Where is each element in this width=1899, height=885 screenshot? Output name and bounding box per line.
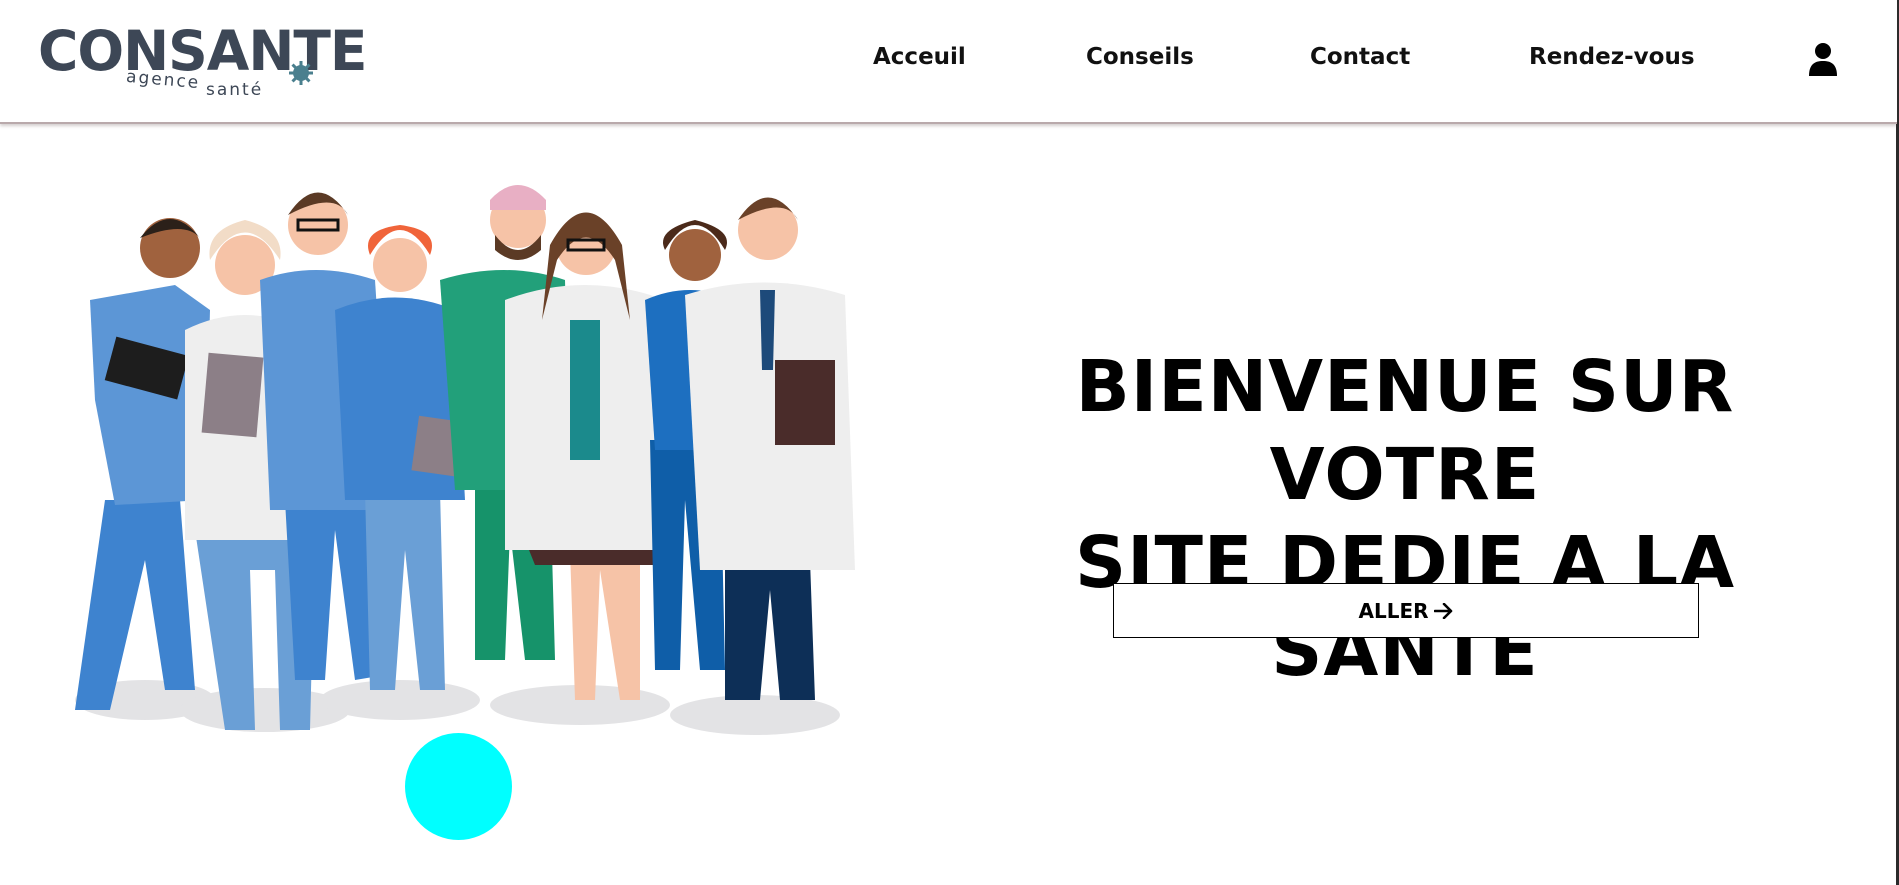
logo-tagline-sante: santé bbox=[206, 80, 264, 100]
cyan-dot bbox=[405, 733, 512, 840]
logo-wordmark: CONSANTE bbox=[38, 19, 367, 83]
aller-button[interactable]: ALLER bbox=[1113, 583, 1699, 638]
site-logo[interactable]: CONSANTE agence santé bbox=[38, 20, 368, 105]
user-icon[interactable] bbox=[1808, 42, 1838, 76]
arrow-right-icon bbox=[1433, 602, 1452, 619]
nav-link-conseils[interactable]: Conseils bbox=[1086, 44, 1194, 70]
site-header: CONSANTE agence santé Acceuil Conseils C… bbox=[0, 0, 1897, 124]
medical-team-illustration bbox=[75, 185, 855, 735]
aller-button-label: ALLER bbox=[1358, 598, 1429, 623]
nav-link-acceuil[interactable]: Acceuil bbox=[873, 44, 966, 70]
hero-title: BIENVENUE SUR VOTRE SITE DEDIE A LA SANT… bbox=[935, 343, 1875, 695]
nav-link-contact[interactable]: Contact bbox=[1310, 44, 1410, 70]
hero-title-line-1: BIENVENUE SUR VOTRE bbox=[1075, 344, 1735, 516]
gear-icon bbox=[289, 61, 313, 85]
nav-link-rendez-vous[interactable]: Rendez-vous bbox=[1529, 44, 1695, 70]
